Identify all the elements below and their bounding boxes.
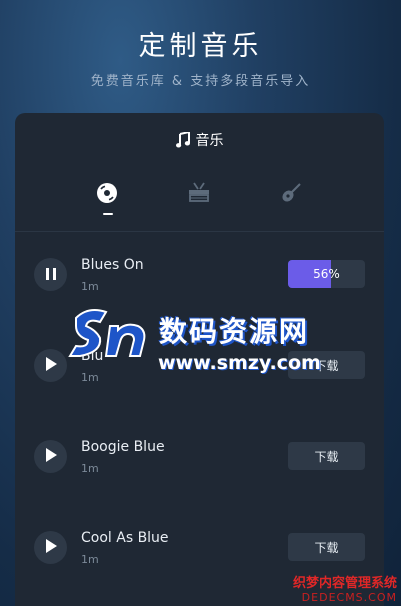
- track-row[interactable]: Blues On 1m 56%: [15, 247, 384, 307]
- download-button[interactable]: 下载: [288, 533, 365, 561]
- progress-label: 56%: [313, 267, 340, 281]
- vinyl-disc-icon: [96, 182, 118, 208]
- tab-guitar[interactable]: [271, 175, 311, 215]
- watermark: 数码资源网 www.smzy.com: [66, 300, 326, 380]
- corner-watermark-url: DEDECMS.COM: [301, 591, 397, 604]
- watermark-logo-icon: [66, 304, 156, 364]
- track-duration: 1m: [81, 553, 99, 566]
- drum-icon: [187, 182, 211, 208]
- track-duration: 1m: [81, 462, 99, 475]
- play-icon: [45, 447, 57, 466]
- track-title: Cool As Blue: [81, 530, 169, 546]
- watermark-url: www.smzy.com: [158, 352, 321, 374]
- download-button[interactable]: 下载: [288, 442, 365, 470]
- play-button[interactable]: [34, 349, 67, 382]
- hero-title: 定制音乐: [138, 31, 263, 62]
- watermark-name: 数码资源网: [159, 315, 310, 348]
- active-tab-indicator: [103, 213, 113, 215]
- hero-subtitle: 免费音乐库 & 支持多段音乐导入: [90, 74, 311, 89]
- card-header: 音乐: [15, 130, 384, 152]
- play-icon: [45, 538, 57, 557]
- play-button[interactable]: [34, 531, 67, 564]
- track-row[interactable]: Boogie Blue 1m 下载: [15, 429, 384, 489]
- tab-vinyl[interactable]: [87, 175, 127, 215]
- card-header-label: 音乐: [195, 133, 224, 149]
- pause-button[interactable]: [34, 258, 67, 291]
- category-tabs: [15, 175, 384, 223]
- download-progress: 56%: [288, 260, 365, 288]
- play-icon: [45, 356, 57, 375]
- corner-watermark-name: 织梦内容管理系统: [292, 576, 397, 591]
- music-note-icon: [175, 130, 190, 152]
- track-row[interactable]: Cool As Blue 1m 下载: [15, 520, 384, 580]
- corner-watermark: 织梦内容管理系统 DEDECMS.COM: [293, 576, 397, 604]
- track-duration: 1m: [81, 280, 99, 293]
- track-title: Boogie Blue: [81, 439, 165, 455]
- track-title: Blues On: [81, 257, 144, 273]
- tab-drum[interactable]: [179, 175, 219, 215]
- divider: [15, 231, 384, 232]
- pause-icon: [45, 265, 56, 284]
- play-button[interactable]: [34, 440, 67, 473]
- guitar-icon: [280, 182, 302, 208]
